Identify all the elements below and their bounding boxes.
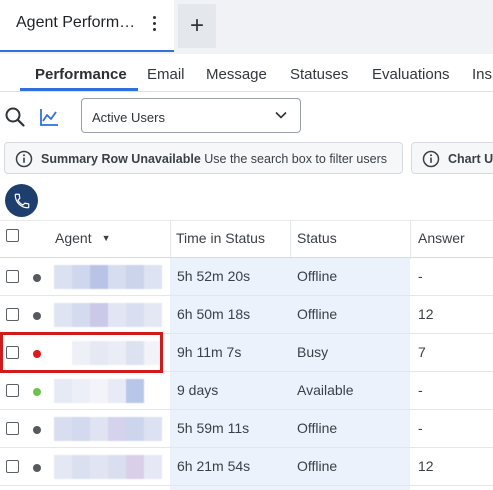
time-in-status-cell: 5h 52m 20s (177, 268, 251, 284)
column-divider (170, 221, 171, 259)
presence-dot (33, 312, 41, 320)
kebab-menu-icon[interactable] (146, 12, 162, 34)
status-cell: Offline (297, 458, 338, 474)
agent-name-redacted (54, 455, 162, 479)
table-row[interactable]: 5h 59m 11s Offline - (0, 410, 493, 448)
summary-banner-text: Use the search box to filter users (200, 152, 387, 166)
status-cell: Offline (297, 268, 338, 284)
time-in-status-cell: 9 days (177, 382, 219, 398)
table-row[interactable]: 9 days Available - (0, 372, 493, 410)
tab-evaluations[interactable]: Evaluations (372, 66, 450, 83)
status-cell: Offline (297, 420, 338, 436)
chevron-down-icon (275, 111, 287, 119)
summary-banner-title: Summary Row Unavailable (41, 152, 201, 166)
presence-dot (33, 426, 41, 434)
tab-email[interactable]: Email (147, 66, 185, 83)
status-cell: Offline (297, 306, 338, 322)
sort-descending-icon[interactable]: ▼ (102, 233, 111, 243)
time-in-status-cell: 6h 21m 54s (177, 458, 251, 474)
select-all-checkbox[interactable] (6, 229, 19, 242)
status-cell: Available (297, 382, 354, 398)
time-in-status-cell: 5h 59m 11s (177, 420, 250, 436)
time-in-status-cell: 9h 11m 7s (177, 344, 242, 360)
header-answer[interactable]: Answer (418, 230, 465, 246)
agent-name-redacted (54, 265, 162, 289)
active-tab-indicator (20, 88, 138, 91)
trend-chart-icon[interactable] (38, 106, 60, 128)
chart-banner-title: Chart U (448, 152, 493, 166)
presence-dot (33, 274, 41, 282)
info-icon (422, 150, 440, 168)
answer-cell: 12 (418, 458, 434, 474)
answer-cell: 7 (418, 344, 426, 360)
tab-message[interactable]: Message (206, 66, 267, 83)
row-checkbox[interactable] (6, 384, 19, 397)
header-agent-label: Agent (55, 230, 92, 246)
subtab-bar: Performance Email Message Statuses Evalu… (0, 56, 493, 92)
table-row[interactable]: 6h 21m 54s Offline 12 (0, 448, 493, 486)
view-tab-strip: Agent Perform… + (0, 0, 493, 54)
agent-name-redacted (54, 379, 162, 403)
table-header: Agent ▼ Time in Status Status Answer (0, 220, 493, 259)
row-checkbox[interactable] (6, 308, 19, 321)
column-divider (410, 221, 411, 259)
header-agent[interactable]: Agent ▼ (55, 230, 111, 246)
table-row[interactable]: 5h 52m 20s Offline - (0, 258, 493, 296)
answer-cell: - (418, 268, 423, 284)
view-tab-title: Agent Perform… (16, 14, 136, 31)
view-tab-agent-performance[interactable]: Agent Perform… (0, 0, 174, 52)
tab-insights[interactable]: Ins (472, 66, 492, 83)
chart-unavailable-banner: Chart U (411, 142, 493, 174)
time-in-status-cell: 6h 50m 18s (177, 306, 251, 322)
header-time-in-status[interactable]: Time in Status (176, 230, 265, 246)
row-checkbox[interactable] (6, 422, 19, 435)
agent-name-redacted (54, 303, 162, 327)
row-checkbox[interactable] (6, 270, 19, 283)
answer-cell: - (418, 420, 423, 436)
info-icon (15, 150, 33, 168)
agent-name-redacted (54, 417, 162, 441)
column-divider (290, 221, 291, 259)
user-filter-select[interactable]: Active Users (81, 98, 301, 133)
summary-unavailable-banner: Summary Row Unavailable Use the search b… (4, 142, 403, 174)
table-row[interactable]: 6h 50m 18s Offline 12 (0, 296, 493, 334)
presence-dot (33, 388, 41, 396)
answer-cell: 12 (418, 306, 434, 322)
phone-icon (14, 193, 29, 208)
add-tab-button[interactable]: + (178, 4, 216, 48)
answer-cell: - (418, 382, 423, 398)
highlight-box (0, 332, 163, 373)
phone-call-button[interactable] (5, 184, 38, 217)
row-checkbox[interactable] (6, 460, 19, 473)
user-filter-value: Active Users (92, 110, 165, 125)
tab-statuses[interactable]: Statuses (290, 66, 348, 83)
tab-performance[interactable]: Performance (35, 66, 127, 83)
search-icon[interactable] (4, 106, 26, 128)
presence-dot (33, 464, 41, 472)
status-cell: Busy (297, 344, 329, 360)
header-status[interactable]: Status (297, 230, 337, 246)
